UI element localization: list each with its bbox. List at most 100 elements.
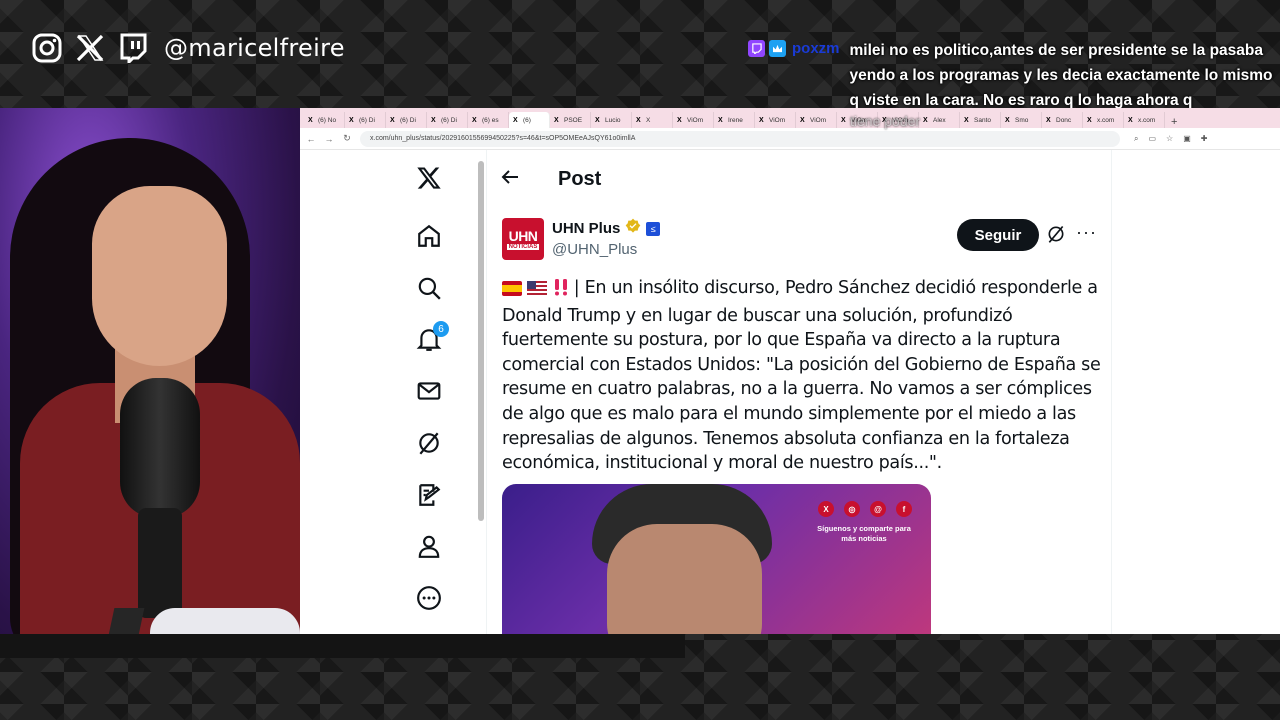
browser-tab[interactable]: X (6) Di: [345, 112, 386, 128]
instagram-icon: ◎: [844, 501, 860, 517]
browser-window: X (6) No X (6) Di X (6) Di X (6) Di X (6) es X (6) X…: [300, 108, 1280, 634]
tab-label: Santo: [974, 116, 991, 124]
new-tab-button[interactable]: +: [1165, 116, 1183, 128]
tab-label: Smo: [1015, 116, 1029, 124]
tab-favicon-icon: X: [718, 116, 723, 124]
home-icon[interactable]: [405, 216, 453, 256]
tab-favicon-icon: X: [349, 116, 354, 124]
tab-favicon-icon: X: [1005, 116, 1010, 124]
browser-tab[interactable]: X (6) Di: [386, 112, 427, 128]
browser-tab[interactable]: X Alex: [919, 112, 960, 128]
grok-icon[interactable]: [405, 423, 453, 463]
tab-favicon-icon: X: [431, 116, 436, 124]
scrollbar[interactable]: [478, 153, 484, 633]
streamer-socials: @maricelfreire: [32, 30, 345, 66]
tab-label: Donc: [1056, 116, 1072, 124]
chat-username: poxzm: [792, 40, 840, 57]
reload-icon[interactable]: ↻: [342, 133, 352, 144]
spain-flag-icon: [502, 279, 522, 304]
browser-tab[interactable]: X Santo: [960, 112, 1001, 128]
author-name[interactable]: UHN Plus: [552, 220, 620, 237]
browser-tab[interactable]: X Donc: [1042, 112, 1083, 128]
tab-favicon-icon: X: [595, 116, 600, 124]
forward-icon[interactable]: →: [324, 134, 334, 144]
browser-tab[interactable]: Xx.com: [1124, 112, 1165, 128]
more-options-button[interactable]: ···: [1076, 222, 1097, 243]
browser-tab[interactable]: XX: [632, 112, 673, 128]
browser-tab[interactable]: X (6): [509, 112, 550, 128]
threads-icon: @: [870, 501, 886, 517]
tab-label: (6) es: [482, 116, 499, 124]
instagram-icon: [32, 33, 62, 63]
browser-tab[interactable]: X Smo: [1001, 112, 1042, 128]
browser-tab[interactable]: X ViOm: [673, 112, 714, 128]
tab-label: Irene: [728, 116, 743, 124]
grok-icon[interactable]: [1046, 224, 1066, 249]
tab-favicon-icon: X: [800, 116, 805, 124]
crown-badge-icon: [769, 40, 786, 57]
post-body-text: | En un insólito discurso, Pedro Sánchez…: [502, 278, 1101, 474]
tab-label: PSOE: [564, 116, 583, 124]
scrollbar-thumb[interactable]: [478, 161, 484, 521]
browser-tab[interactable]: X (6) No: [304, 112, 345, 128]
tab-favicon-icon: X: [390, 116, 395, 124]
url-text: x.com/uhn_plus/status/202916015569945022…: [370, 135, 636, 142]
tab-label: x.com: [1138, 116, 1156, 124]
post-author[interactable]: UHN NOTICIAS UHN Plus ≤ @UHN_Plus: [502, 218, 661, 260]
address-input[interactable]: x.com/uhn_plus/status/202916015569945022…: [360, 130, 1120, 147]
tab-label: ViOm: [769, 116, 786, 124]
extensions-puzzle-icon[interactable]: ✚: [1201, 134, 1208, 144]
tab-bar: X (6) No X (6) Di X (6) Di X (6) Di X (6) es X (6) X…: [300, 108, 1280, 128]
search-icon[interactable]: [405, 268, 453, 308]
back-arrow-icon[interactable]: [500, 167, 520, 192]
browser-tab[interactable]: X (6) Di: [427, 112, 468, 128]
zoom-icon[interactable]: ⌕: [1134, 134, 1138, 144]
author-handle[interactable]: @UHN_Plus: [552, 241, 660, 258]
x-logo-icon[interactable]: [405, 158, 453, 198]
more-icon[interactable]: [405, 578, 453, 618]
tab-favicon-icon: X: [1046, 116, 1051, 124]
browser-tab[interactable]: X (6) es: [468, 112, 509, 128]
tab-favicon-icon: X: [554, 116, 559, 124]
tab-label: (6) No: [318, 116, 337, 124]
tab-label: (6) Di: [441, 116, 457, 124]
chat-text: milei no es politico,antes de ser presid…: [849, 42, 1273, 109]
tab-favicon-icon: X: [513, 116, 518, 124]
browser-tab[interactable]: X Irene: [714, 112, 755, 128]
post-image[interactable]: X ◎ @ f Síguenos y comparte para más not…: [502, 484, 931, 634]
bookmark-icon[interactable]: ☆: [1166, 134, 1173, 144]
post-text: | En un insólito discurso, Pedro Sánchez…: [502, 276, 1102, 476]
twitch-icon: [118, 33, 148, 63]
twitch-icon: [748, 40, 765, 57]
browser-tab[interactable]: X PSOE: [550, 112, 591, 128]
overlay-strip: [0, 634, 685, 658]
tab-label: (6) Di: [359, 116, 375, 124]
streamer-handle: @maricelfreire: [164, 34, 345, 62]
follow-button[interactable]: Seguir: [957, 219, 1039, 251]
tab-favicon-icon: X: [964, 116, 969, 124]
browser-tab[interactable]: X Lucio: [591, 112, 632, 128]
extension-icon[interactable]: ▣: [1183, 134, 1191, 144]
tab-label: ViOm: [687, 116, 704, 124]
chat-faded-text: tiene poder: [850, 113, 921, 129]
tab-label: Alex: [933, 116, 946, 124]
tab-favicon-icon: X: [472, 116, 477, 124]
notification-count-badge: 6: [433, 321, 449, 337]
tab-favicon-icon: X: [677, 116, 682, 124]
browser-tab[interactable]: Xx.com: [1083, 112, 1124, 128]
tab-favicon-icon: X: [1128, 116, 1133, 124]
messages-icon[interactable]: [405, 371, 453, 411]
tab-favicon-icon: X: [841, 116, 846, 124]
cast-icon[interactable]: ▭: [1148, 134, 1156, 144]
facebook-icon: f: [896, 501, 912, 517]
notifications-icon[interactable]: 6: [405, 319, 453, 359]
browser-tab[interactable]: X ViOm: [796, 112, 837, 128]
profile-icon[interactable]: [405, 526, 453, 566]
avatar[interactable]: UHN NOTICIAS: [502, 218, 544, 260]
browser-tab[interactable]: X ViOm: [755, 112, 796, 128]
tab-label: x.com: [1097, 116, 1115, 124]
compose-icon[interactable]: [405, 475, 453, 515]
tab-label: ViOm: [810, 116, 827, 124]
back-icon[interactable]: ←: [306, 134, 316, 144]
chat-message: poxzm milei no es politico,antes de ser …: [748, 38, 1278, 113]
